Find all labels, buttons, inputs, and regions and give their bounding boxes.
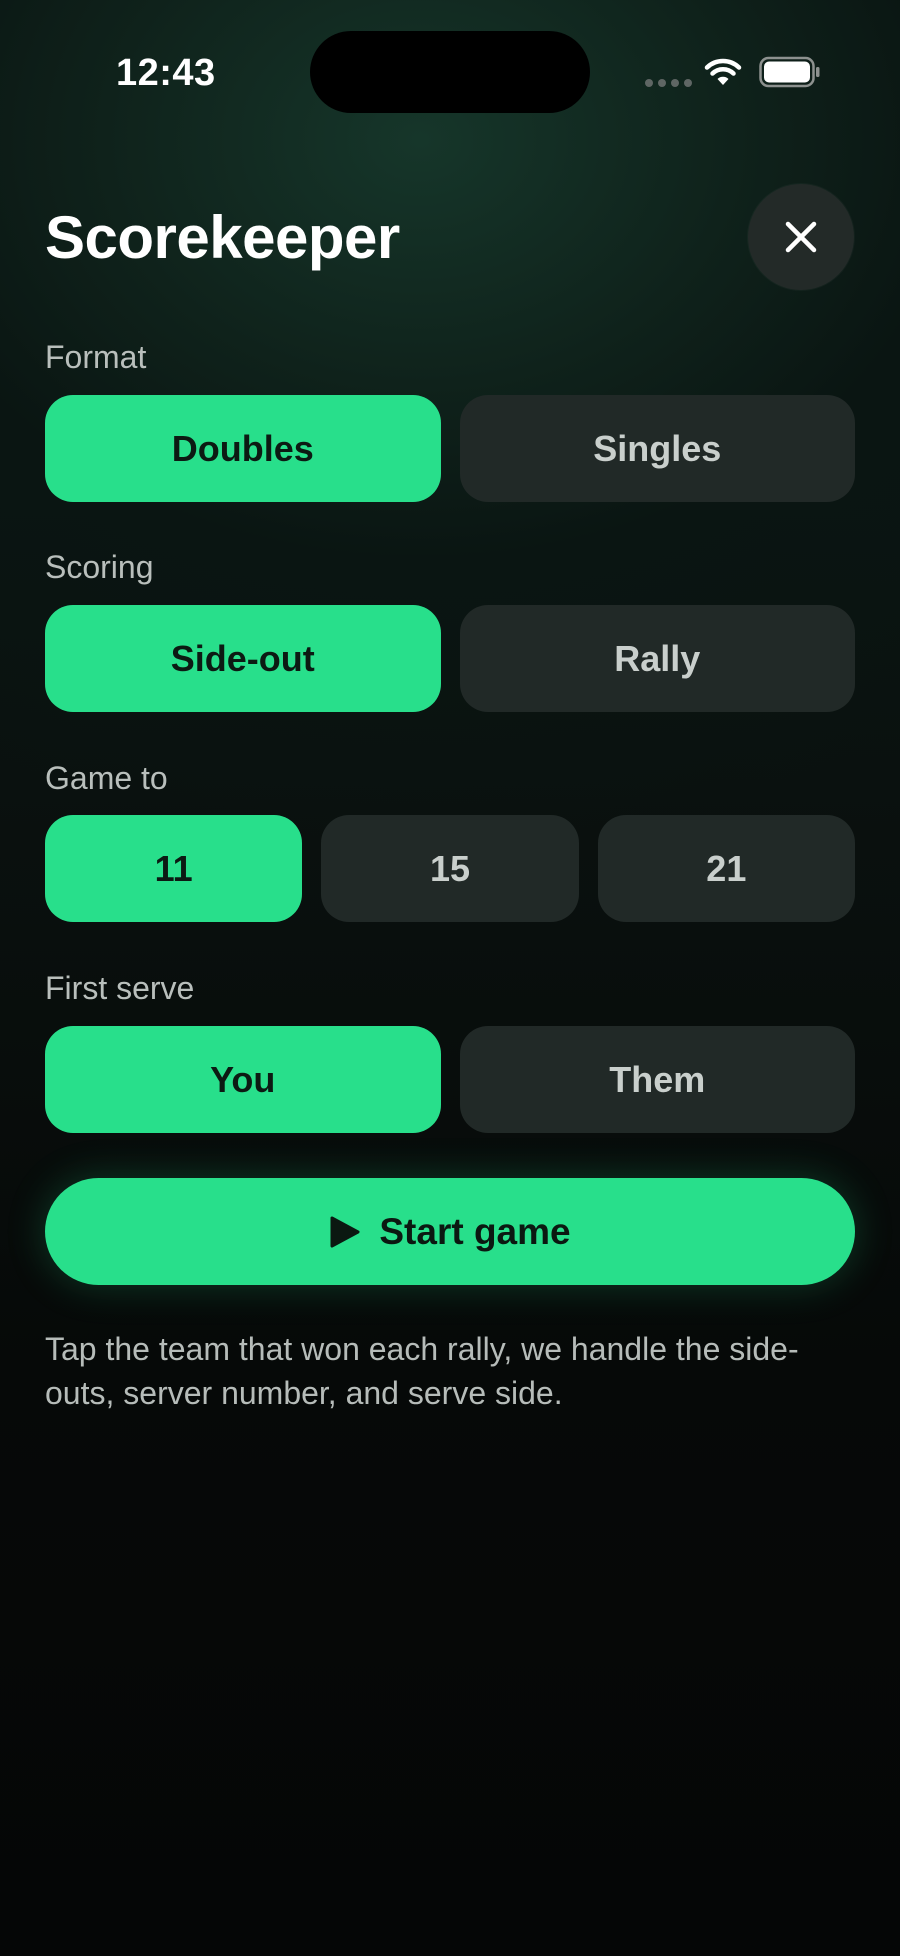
close-icon [785,221,817,253]
first-serve-selector: You Them [45,1026,855,1133]
scoring-option-rally[interactable]: Rally [459,605,855,712]
scoring-selector: Side-out Rally [45,605,855,712]
cellular-signal-icon [645,79,692,87]
first-serve-label: First serve [45,970,195,1006]
scoring-option-side-out[interactable]: Side-out [45,605,441,712]
scorekeeper-screen: 12:43 Scorekeeper Format Doubles Singles… [0,0,900,1956]
format-option-doubles[interactable]: Doubles [45,395,441,502]
helper-text: Tap the team that won each rally, we han… [45,1331,799,1411]
battery-icon [759,56,820,88]
start-game-label: Start game [379,1210,571,1252]
game-to-option-11[interactable]: 11 [45,815,303,922]
game-to-label: Game to [45,760,168,796]
game-to-option-21[interactable]: 21 [597,815,855,922]
page-title: Scorekeeper [45,204,400,271]
scoring-label: Scoring [45,549,154,585]
game-to-option-15[interactable]: 15 [321,815,579,922]
first-serve-option-you[interactable]: You [45,1026,441,1133]
format-option-singles[interactable]: Singles [459,395,855,502]
format-label: Format [45,339,147,375]
format-selector: Doubles Singles [45,395,855,502]
game-to-selector: 11 15 21 [45,815,855,922]
play-icon [330,1216,360,1247]
dynamic-island [310,31,590,113]
start-game-button[interactable]: Start game [45,1178,855,1285]
close-button[interactable] [748,184,854,290]
first-serve-option-them[interactable]: Them [459,1026,855,1133]
wifi-icon [704,58,742,85]
status-time: 12:43 [116,52,216,94]
